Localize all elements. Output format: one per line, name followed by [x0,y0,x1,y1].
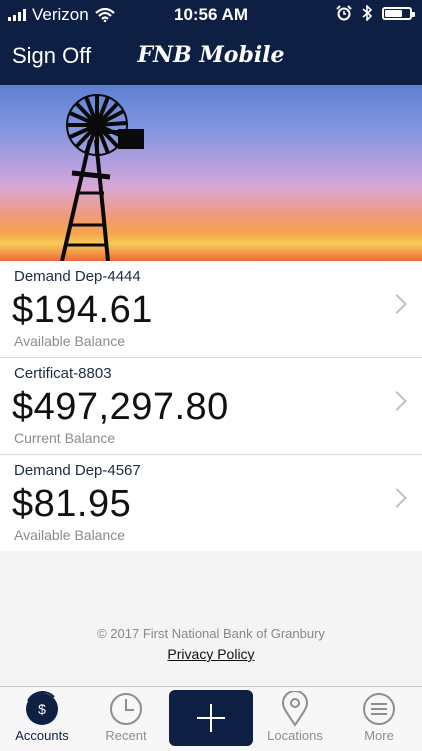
account-balance: $497,297.80 [12,386,229,428]
location-pin-icon [281,691,309,727]
tab-label: Recent [105,728,147,743]
account-row[interactable]: Demand Dep-4444 $194.61 Available Balanc… [0,261,422,358]
account-name: Demand Dep-4444 [14,268,141,285]
clock-icon [110,693,142,725]
account-row[interactable]: Certificat-8803 $497,297.80 Current Bala… [0,358,422,455]
account-balance: $81.95 [12,483,132,525]
battery-icon [382,6,415,20]
top-bar: Verizon 10:56 AM Sign Off FNB Mobile [0,0,422,85]
status-bar: Verizon 10:56 AM [0,0,422,30]
svg-text:$: $ [38,701,46,717]
balance-type: Current Balance [14,430,116,446]
alarm-icon [336,5,352,21]
privacy-policy-link[interactable]: Privacy Policy [167,646,254,662]
balance-type: Available Balance [14,527,126,543]
chevron-right-icon [387,294,407,314]
account-balance: $194.61 [12,289,153,331]
tab-label: Accounts [15,728,69,743]
app-title: FNB Mobile [137,42,285,68]
add-button[interactable] [169,690,253,746]
windmill-icon [60,94,144,261]
account-name: Certificat-8803 [14,365,112,382]
account-name: Demand Dep-4567 [14,462,141,479]
chevron-right-icon [387,488,407,508]
balance-type: Available Balance [14,333,126,349]
tab-accounts[interactable]: $ Accounts [0,687,84,751]
tab-locations[interactable]: Locations [253,687,337,751]
tab-label: Locations [267,728,323,743]
menu-icon [363,693,395,725]
privacy-policy-container: Privacy Policy [0,646,422,662]
tab-recent[interactable]: Recent [84,687,168,751]
copyright: © 2017 First National Bank of Granbury [97,626,325,641]
status-icons [336,5,415,21]
hero-banner [0,85,422,261]
dollar-icon: $ [26,691,58,725]
bluetooth-icon [362,5,372,21]
account-row[interactable]: Demand Dep-4567 $81.95 Available Balance [0,455,422,551]
account-list: Demand Dep-4444 $194.61 Available Balanc… [0,261,422,551]
chevron-right-icon [387,391,407,411]
tab-label: More [364,728,394,743]
tab-more[interactable]: More [337,687,421,751]
